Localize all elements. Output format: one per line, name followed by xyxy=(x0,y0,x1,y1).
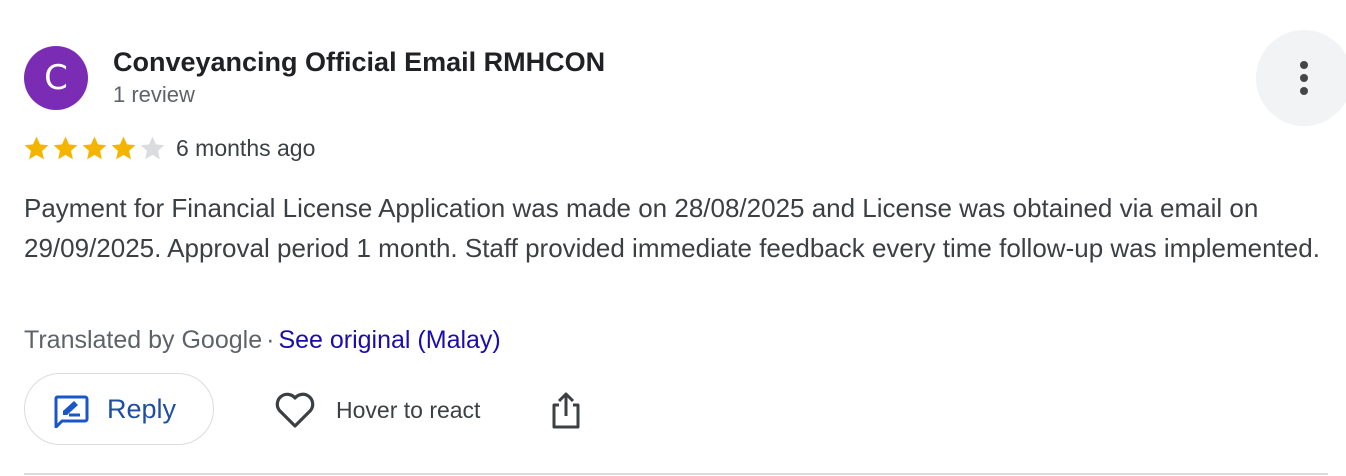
star-rating xyxy=(22,134,167,164)
avatar[interactable]: C xyxy=(24,46,88,110)
star-filled-icon xyxy=(82,136,107,160)
author-review-count[interactable]: 1 review xyxy=(113,82,195,108)
react-button[interactable]: Hover to react xyxy=(274,390,480,430)
heart-outline-icon xyxy=(275,392,315,428)
reply-button[interactable]: Reply xyxy=(24,373,214,445)
star-filled-icon xyxy=(24,136,49,160)
reply-label: Reply xyxy=(107,394,177,424)
review-card: C Conveyancing Official Email RMHCON 1 r… xyxy=(0,0,1346,476)
more-options-button[interactable] xyxy=(1256,30,1346,126)
translation-note: Translated by Google xyxy=(24,326,263,354)
share-button[interactable] xyxy=(550,390,582,430)
star-empty-icon xyxy=(140,136,165,160)
share-icon xyxy=(552,392,580,429)
review-text: Payment for Financial License Applicatio… xyxy=(24,193,1320,263)
see-original-link[interactable]: See original (Malay) xyxy=(278,326,500,354)
separator-dot: · xyxy=(266,326,275,354)
star-filled-icon xyxy=(53,136,78,160)
review-date: 6 months ago xyxy=(176,135,316,161)
translation-row: Translated by Google · See original (Malay… xyxy=(24,326,501,355)
react-label: Hover to react xyxy=(336,396,481,423)
star-filled-icon xyxy=(111,136,136,160)
more-vert-icon xyxy=(1300,61,1308,95)
reply-edit-icon xyxy=(54,395,89,428)
author-name[interactable]: Conveyancing Official Email RMHCON xyxy=(113,47,605,78)
divider xyxy=(24,473,1328,475)
